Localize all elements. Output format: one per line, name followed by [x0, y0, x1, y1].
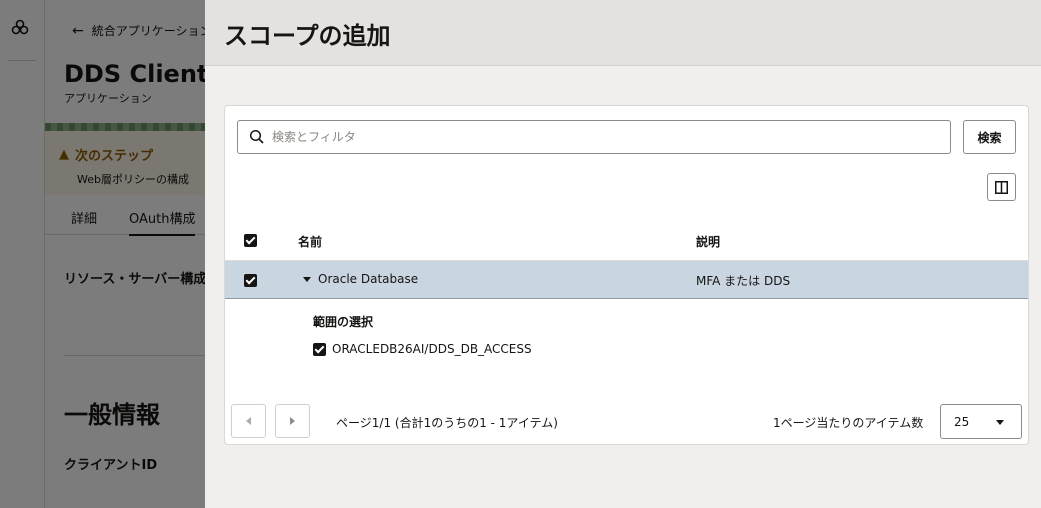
- row-description: MFA または DDS: [696, 274, 791, 288]
- chevron-right-icon: [290, 417, 295, 425]
- drawer-header: スコープの追加: [205, 0, 1041, 66]
- table-row[interactable]: Oracle Database MFA または DDS: [225, 261, 1028, 299]
- column-header-description[interactable]: 説明: [696, 233, 720, 250]
- column-toggle-button[interactable]: [987, 173, 1016, 201]
- row-name: Oracle Database: [318, 272, 419, 286]
- columns-icon: [995, 180, 1008, 194]
- scope-selection-title: 範囲の選択: [313, 315, 374, 329]
- drawer-title: スコープの追加: [224, 22, 391, 50]
- column-header-name[interactable]: 名前: [298, 233, 322, 250]
- pagination-info: ページ1/1 (合計1のうちの1 - 1アイテム): [336, 416, 558, 430]
- expand-caret-icon[interactable]: [303, 277, 311, 282]
- items-per-page-value: 25: [954, 415, 970, 429]
- add-scope-drawer: スコープの追加 検索 名前 説明 Oracle Database MF: [205, 0, 1041, 508]
- search-input[interactable]: [272, 121, 942, 153]
- chevron-left-icon: [246, 417, 251, 425]
- prev-page-button[interactable]: [231, 404, 266, 438]
- search-icon: [249, 129, 264, 144]
- chevron-down-icon: [996, 420, 1004, 425]
- row-checkbox[interactable]: [244, 274, 257, 287]
- table-header: 名前 説明: [225, 221, 1028, 261]
- scope-table-panel: 検索 名前 説明 Oracle Database MFA または DDS 範囲の…: [224, 105, 1029, 445]
- next-page-button[interactable]: [275, 404, 310, 438]
- items-per-page-label: 1ページ当たりのアイテム数: [773, 416, 924, 430]
- scope-item[interactable]: ORACLEDB26AI/DDS_DB_ACCESS: [313, 342, 532, 356]
- search-button[interactable]: 検索: [963, 120, 1016, 154]
- items-per-page-select[interactable]: 25: [940, 404, 1022, 439]
- select-all-checkbox[interactable]: [244, 234, 257, 247]
- scope-item-label: ORACLEDB26AI/DDS_DB_ACCESS: [332, 342, 532, 356]
- scope-checkbox[interactable]: [313, 342, 326, 356]
- search-field[interactable]: [237, 120, 951, 154]
